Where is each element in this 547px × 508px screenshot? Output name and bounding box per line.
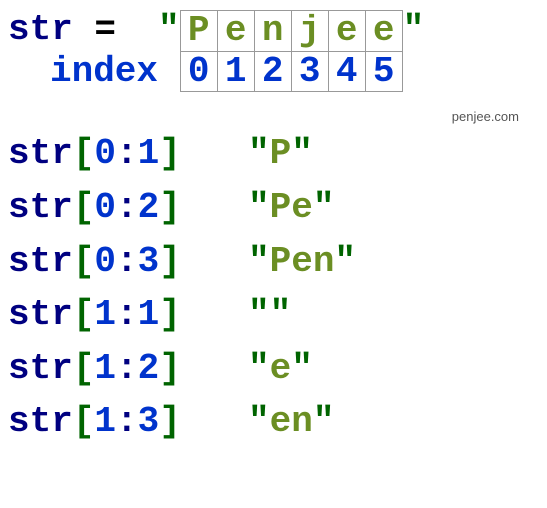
assignment-line: str =: [8, 10, 158, 50]
right-bracket: ]: [159, 187, 181, 228]
slice-expression: str[0:3]: [8, 242, 228, 282]
string-grid-wrap: " P e n j e e 0 1 2 3 4 5 ": [158, 10, 424, 92]
examples-list: str[0:1] "P" str[0:2] "Pe" str[0:3] "Pen…: [8, 134, 539, 442]
slice-expression: str[1:1]: [8, 295, 228, 335]
example-row: str[1:3] "en": [8, 402, 539, 442]
slice-colon: :: [116, 294, 138, 335]
left-bracket: [: [73, 187, 95, 228]
slice-start: 0: [94, 187, 116, 228]
slice-colon: :: [116, 187, 138, 228]
slice-start: 0: [94, 241, 116, 282]
var-name: str: [8, 294, 73, 335]
slice-end: 3: [138, 401, 160, 442]
char-row: P e n j e e: [180, 11, 402, 52]
right-bracket: ]: [159, 241, 181, 282]
index-label: index: [50, 52, 158, 92]
result-close-quote: ": [270, 294, 292, 335]
slice-start: 1: [94, 401, 116, 442]
result-text: Pe: [270, 187, 313, 228]
slice-end: 2: [138, 187, 160, 228]
example-row: str[1:2] "e": [8, 349, 539, 389]
slice-result: "": [248, 295, 291, 335]
variable-name: str: [8, 9, 73, 50]
index-row: 0 1 2 3 4 5: [180, 51, 402, 92]
slice-start: 1: [94, 348, 116, 389]
var-name: str: [8, 348, 73, 389]
slice-result: "en": [248, 402, 334, 442]
result-open-quote: ": [248, 401, 270, 442]
slice-expression: str[0:2]: [8, 188, 228, 228]
result-open-quote: ": [248, 187, 270, 228]
attribution-text: penjee.com: [8, 110, 539, 124]
index-cell: 1: [217, 51, 254, 92]
left-bracket: [: [73, 348, 95, 389]
slice-colon: :: [116, 133, 138, 174]
example-row: str[1:1] "": [8, 295, 539, 335]
slice-colon: :: [116, 348, 138, 389]
slice-result: "e": [248, 349, 313, 389]
result-open-quote: ": [248, 241, 270, 282]
right-bracket: ]: [159, 348, 181, 389]
slice-start: 1: [94, 294, 116, 335]
slice-end: 1: [138, 294, 160, 335]
char-cell: e: [217, 11, 254, 52]
slice-expression: str[1:3]: [8, 402, 228, 442]
slice-expression: str[1:2]: [8, 349, 228, 389]
result-open-quote: ": [248, 133, 270, 174]
char-cell: n: [254, 11, 291, 52]
var-name: str: [8, 133, 73, 174]
slice-start: 0: [94, 133, 116, 174]
result-open-quote: ": [248, 294, 270, 335]
result-close-quote: ": [313, 401, 335, 442]
result-text: e: [270, 348, 292, 389]
example-row: str[0:3] "Pen": [8, 242, 539, 282]
char-cell: e: [328, 11, 365, 52]
left-bracket: [: [73, 401, 95, 442]
var-name: str: [8, 241, 73, 282]
right-bracket: ]: [159, 133, 181, 174]
string-grid: P e n j e e 0 1 2 3 4 5: [180, 10, 403, 92]
equals-sign: =: [73, 9, 116, 50]
slice-end: 2: [138, 348, 160, 389]
result-close-quote: ": [291, 133, 313, 174]
slice-expression: str[0:1]: [8, 134, 228, 174]
slice-colon: :: [116, 241, 138, 282]
index-cell: 2: [254, 51, 291, 92]
header-labels: str = index: [8, 10, 158, 91]
slice-end: 1: [138, 133, 160, 174]
index-cell: 0: [180, 51, 217, 92]
slice-result: "Pe": [248, 188, 334, 228]
right-bracket: ]: [159, 401, 181, 442]
result-text: Pen: [270, 241, 335, 282]
result-text: en: [270, 401, 313, 442]
result-text: P: [270, 133, 292, 174]
left-bracket: [: [73, 241, 95, 282]
header-row: str = index " P e n j e e 0 1 2 3 4 5 ": [8, 10, 539, 92]
example-row: str[0:2] "Pe": [8, 188, 539, 228]
right-bracket: ]: [159, 294, 181, 335]
var-name: str: [8, 187, 73, 228]
result-open-quote: ": [248, 348, 270, 389]
result-close-quote: ": [334, 241, 356, 282]
result-close-quote: ": [291, 348, 313, 389]
var-name: str: [8, 401, 73, 442]
index-cell: 4: [328, 51, 365, 92]
close-quote: ": [403, 10, 425, 50]
slice-result: "Pen": [248, 242, 356, 282]
open-quote: ": [158, 10, 180, 50]
result-close-quote: ": [313, 187, 335, 228]
index-cell: 5: [365, 51, 402, 92]
slice-result: "P": [248, 134, 313, 174]
char-cell: j: [291, 11, 328, 52]
index-cell: 3: [291, 51, 328, 92]
slice-end: 3: [138, 241, 160, 282]
left-bracket: [: [73, 294, 95, 335]
slice-colon: :: [116, 401, 138, 442]
left-bracket: [: [73, 133, 95, 174]
char-cell: P: [180, 11, 217, 52]
char-cell: e: [365, 11, 402, 52]
example-row: str[0:1] "P": [8, 134, 539, 174]
